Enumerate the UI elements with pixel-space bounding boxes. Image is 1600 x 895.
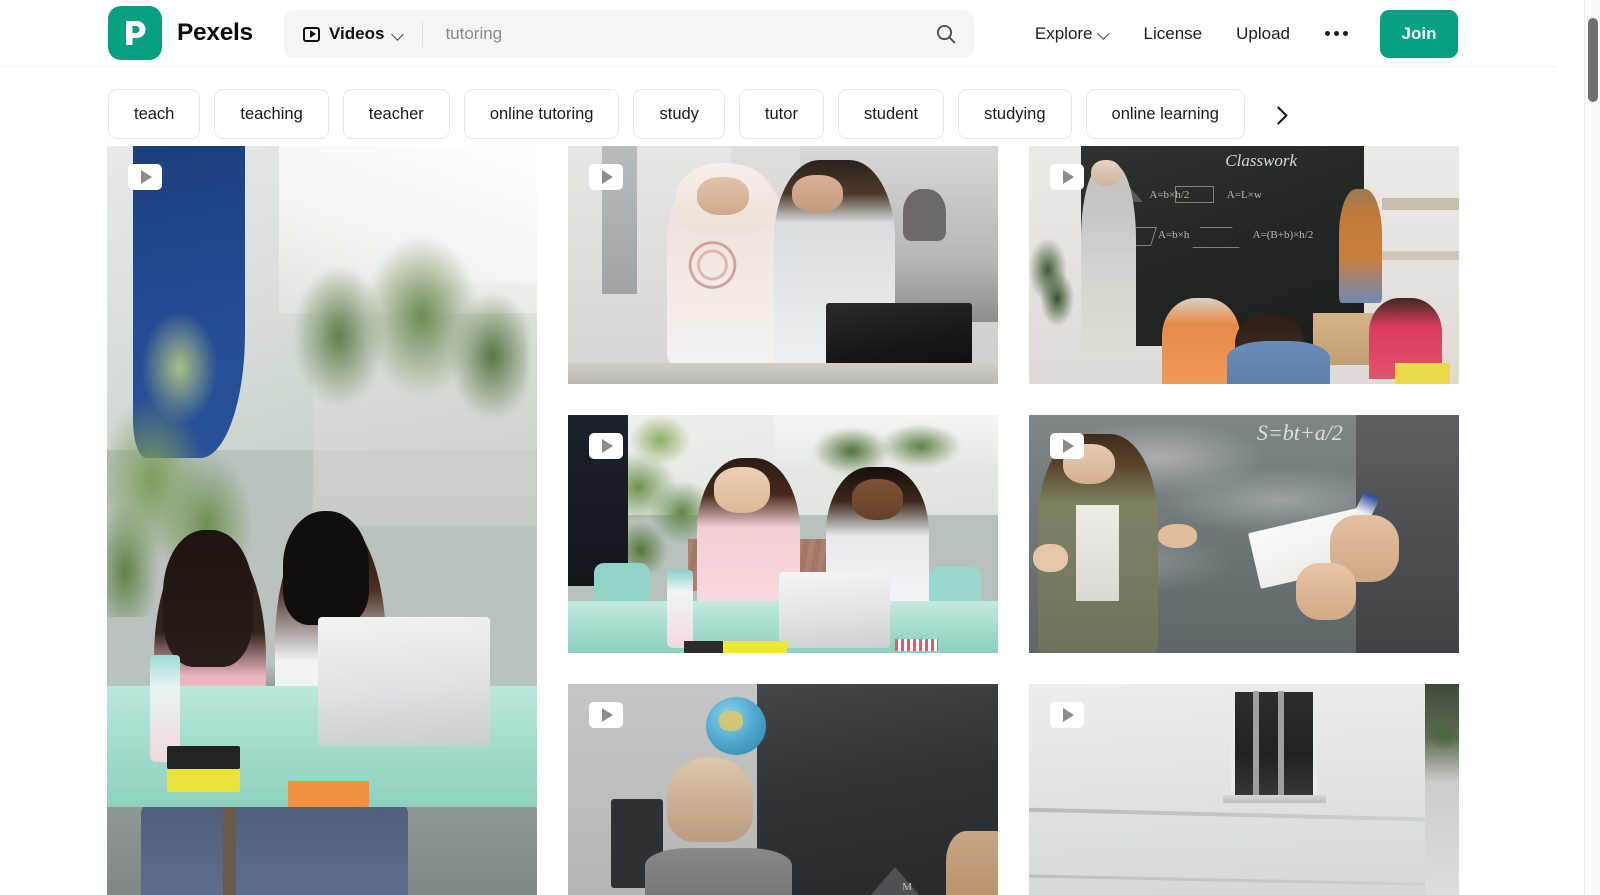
chevron-right-icon	[1272, 109, 1283, 120]
video-tile[interactable]: Classwork A=b×h/2 A=L×w A=b×h A=(B+b)×h/…	[1029, 146, 1459, 384]
tag-chip-studying[interactable]: studying	[958, 89, 1072, 139]
tags-next-button[interactable]	[1261, 89, 1295, 139]
play-icon[interactable]	[1050, 164, 1084, 190]
chalk-formula-1: A=b×h/2	[1149, 188, 1190, 201]
results-column-3: Classwork A=b×h/2 A=L×w A=b×h A=(B+b)×h/…	[1029, 146, 1459, 895]
search-input[interactable]	[423, 10, 918, 58]
media-type-select[interactable]: Videos	[284, 10, 422, 58]
media-type-label: Videos	[329, 24, 385, 43]
video-thumbnail: S=bt+a/2	[1029, 415, 1459, 653]
chalk-formula-2: A=L×w	[1226, 188, 1262, 201]
video-thumbnail	[1029, 684, 1459, 895]
results-column-2: M	[568, 146, 998, 895]
chevron-down-icon	[1099, 28, 1110, 39]
brand-name: Pexels	[177, 19, 253, 46]
primary-nav: Explore License Upload Join	[1018, 0, 1458, 67]
video-tile[interactable]: S=bt+a/2	[1029, 415, 1459, 653]
play-icon[interactable]	[128, 164, 162, 190]
ellipsis-horizontal-icon[interactable]	[1307, 0, 1366, 67]
search-submit-button[interactable]	[918, 10, 974, 58]
video-tile[interactable]	[1029, 684, 1459, 895]
nav-item-explore[interactable]: Explore	[1018, 0, 1127, 67]
video-thumbnail	[568, 146, 998, 384]
search-bar: Videos	[284, 10, 974, 58]
video-tile[interactable]: M	[568, 684, 998, 895]
tag-chip-teach[interactable]: teach	[108, 89, 201, 139]
nav-item-explore-label: Explore	[1034, 23, 1093, 43]
chalk-formula-4: A=(B+b)×h/2	[1252, 229, 1314, 242]
nav-item-upload[interactable]: Upload	[1219, 0, 1307, 67]
video-thumbnail	[568, 415, 998, 653]
play-icon[interactable]	[589, 433, 623, 459]
play-icon[interactable]	[589, 702, 623, 728]
site-header: Pexels Videos Explore Li	[0, 0, 1556, 67]
chevron-down-icon	[393, 29, 404, 40]
brand-logo-link[interactable]: Pexels	[108, 6, 253, 60]
nav-item-upload-label: Upload	[1236, 23, 1290, 43]
tag-chip-teaching[interactable]: teaching	[214, 89, 329, 139]
results-column-1	[107, 146, 537, 895]
tag-chip-online-learning[interactable]: online learning	[1085, 89, 1245, 139]
pexels-p-logo-icon	[108, 6, 162, 60]
video-thumbnail: M	[568, 684, 998, 895]
tag-chip-student[interactable]: student	[837, 89, 945, 139]
video-tile[interactable]	[568, 146, 998, 384]
tag-chip-online-tutoring[interactable]: online tutoring	[463, 89, 620, 139]
vertical-scroll-thumb[interactable]	[1588, 18, 1598, 102]
video-icon	[303, 26, 320, 42]
video-thumbnail: Classwork A=b×h/2 A=L×w A=b×h A=(B+b)×h/…	[1029, 146, 1459, 384]
nav-item-license-label: License	[1143, 23, 1203, 43]
tag-chip-tutor[interactable]: tutor	[738, 89, 824, 139]
play-icon[interactable]	[589, 164, 623, 190]
video-tile[interactable]	[568, 415, 998, 653]
chalk-formula-3: A=b×h	[1158, 229, 1190, 242]
play-icon[interactable]	[1050, 433, 1084, 459]
search-icon	[936, 24, 956, 44]
join-button[interactable]: Join	[1380, 9, 1458, 58]
nav-item-license[interactable]: License	[1127, 0, 1220, 67]
video-results-grid: M Classwork A=b×h/2 A=L×w A=b×h A=(B+b)×…	[107, 146, 1460, 895]
tag-chip-teacher[interactable]: teacher	[342, 89, 450, 139]
tag-chip-study[interactable]: study	[633, 89, 725, 139]
chalkboard-title: Classwork	[1225, 150, 1298, 170]
video-tile[interactable]	[107, 146, 537, 895]
pexels-video-search-page: Pexels Videos Explore Li	[0, 0, 1600, 895]
vertical-scrollbar[interactable]	[1584, 0, 1600, 895]
related-tags-row: teach teaching teacher online tutoring s…	[0, 87, 1556, 141]
play-icon[interactable]	[1050, 702, 1084, 728]
video-thumbnail	[107, 146, 537, 895]
